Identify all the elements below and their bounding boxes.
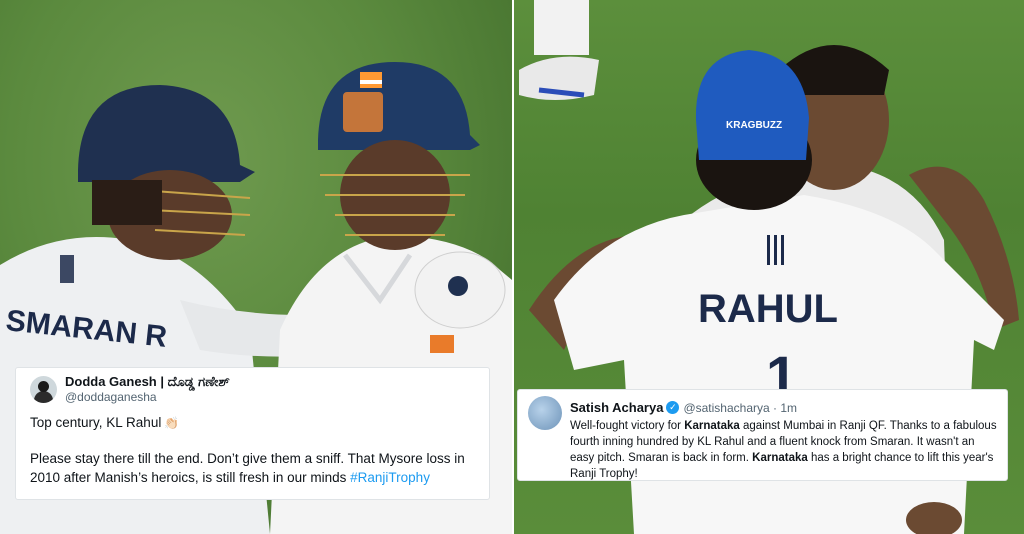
tweet-author-name[interactable]: Satish Acharya	[570, 400, 663, 415]
tweet-header: Satish Acharya ✓ @satishacharya · 1m	[570, 400, 997, 415]
cap-logo: KRAGBUZZ	[726, 120, 782, 131]
left-player-helmet	[78, 85, 255, 182]
photo-left-celebration: SMARAN R Dodda Ganesh | ದೊಡ್ಡ ಗಣೇಶ್ @dod…	[0, 0, 512, 534]
verified-badge-icon: ✓	[666, 401, 680, 414]
right-player-helmet	[318, 62, 480, 150]
tweet-author-name[interactable]: Dodda Ganesh | ದೊಡ್ಡ ಗಣೇಶ್	[65, 374, 230, 390]
tweet-bold-term: Karnataka	[752, 452, 808, 464]
tweet-text: Top century, KL Rahul 👏🏻 Please stay ther…	[30, 413, 475, 487]
tweet-bold-term: Karnataka	[684, 420, 740, 432]
tweet-card-satishacharya[interactable]: Satish Acharya ✓ @satishacharya · 1m Wel…	[517, 389, 1008, 481]
avatar[interactable]	[30, 375, 57, 403]
tweet-author-handle[interactable]: @doddaganesha	[65, 390, 230, 404]
avatar[interactable]	[528, 396, 562, 430]
tweet-header: Dodda Ganesh | ದೊಡ್ಡ ಗಣೇಶ್ @doddaganesha	[30, 374, 475, 404]
tweet-card-doddaganesh[interactable]: Dodda Ganesh | ದೊಡ್ಡ ಗಣೇಶ್ @doddaganesha…	[15, 367, 490, 500]
hashtag-link[interactable]: #RanjiTrophy	[350, 470, 430, 485]
clapping-hands-icon: 👏🏻	[164, 416, 180, 430]
tweet-text-segment: Well-fought victory for	[570, 420, 685, 432]
tweet-text: Well-fought victory for Karnataka agains…	[570, 418, 997, 482]
photo-right-hug: KRAGBUZZ RAHUL 1 Satish Acharya ✓ @satis…	[514, 0, 1024, 534]
tweet-author-handle[interactable]: @satishacharya · 1m	[683, 401, 797, 415]
jersey-name-rahul: RAHUL	[698, 287, 838, 331]
tweet-line-1: Top century, KL Rahul	[30, 415, 162, 430]
